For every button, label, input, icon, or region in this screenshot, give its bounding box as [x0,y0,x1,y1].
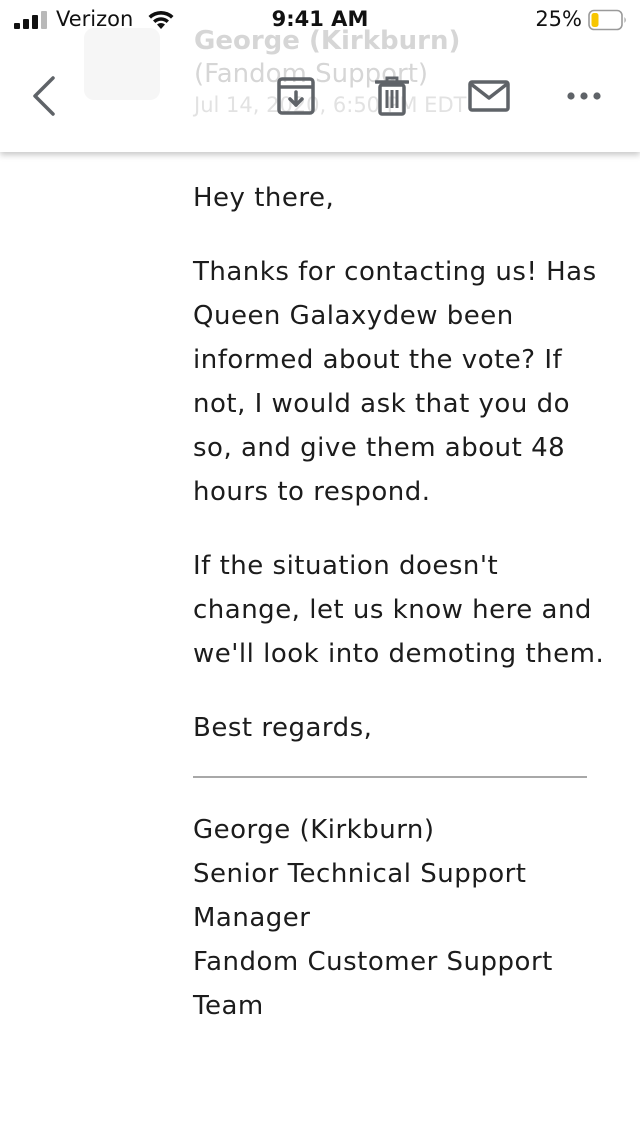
archive-icon [277,77,315,115]
more-icon [567,92,601,100]
email-body: Hey there, Thanks for contacting us! Has… [193,176,613,1028]
mark-unread-button[interactable] [464,74,514,118]
archive-button[interactable] [272,74,320,118]
more-options-button[interactable] [560,74,608,118]
chevron-left-icon [33,76,55,116]
signature: George (Kirkburn) Senior Technical Suppo… [193,808,613,1028]
greeting: Hey there, [193,183,335,213]
signature-title: Senior Technical Support Manager [193,859,527,933]
trash-icon [375,76,409,116]
signature-team: Fandom Customer Support Team [193,947,553,1021]
back-button[interactable] [24,70,64,122]
closing: Best regards, [193,713,373,743]
delete-button[interactable] [370,74,414,118]
body-paragraph-1: Thanks for contacting us! Has Queen Gala… [193,257,597,507]
status-bar: Verizon 9:41 AM 25% [0,0,640,40]
mail-icon [468,80,510,112]
signature-divider [193,776,587,778]
signature-name: George (Kirkburn) [193,815,435,845]
battery-percentage: 25% [535,7,582,31]
body-paragraph-2: If the situation doesn't change, let us … [193,551,605,669]
battery-icon [588,9,626,31]
